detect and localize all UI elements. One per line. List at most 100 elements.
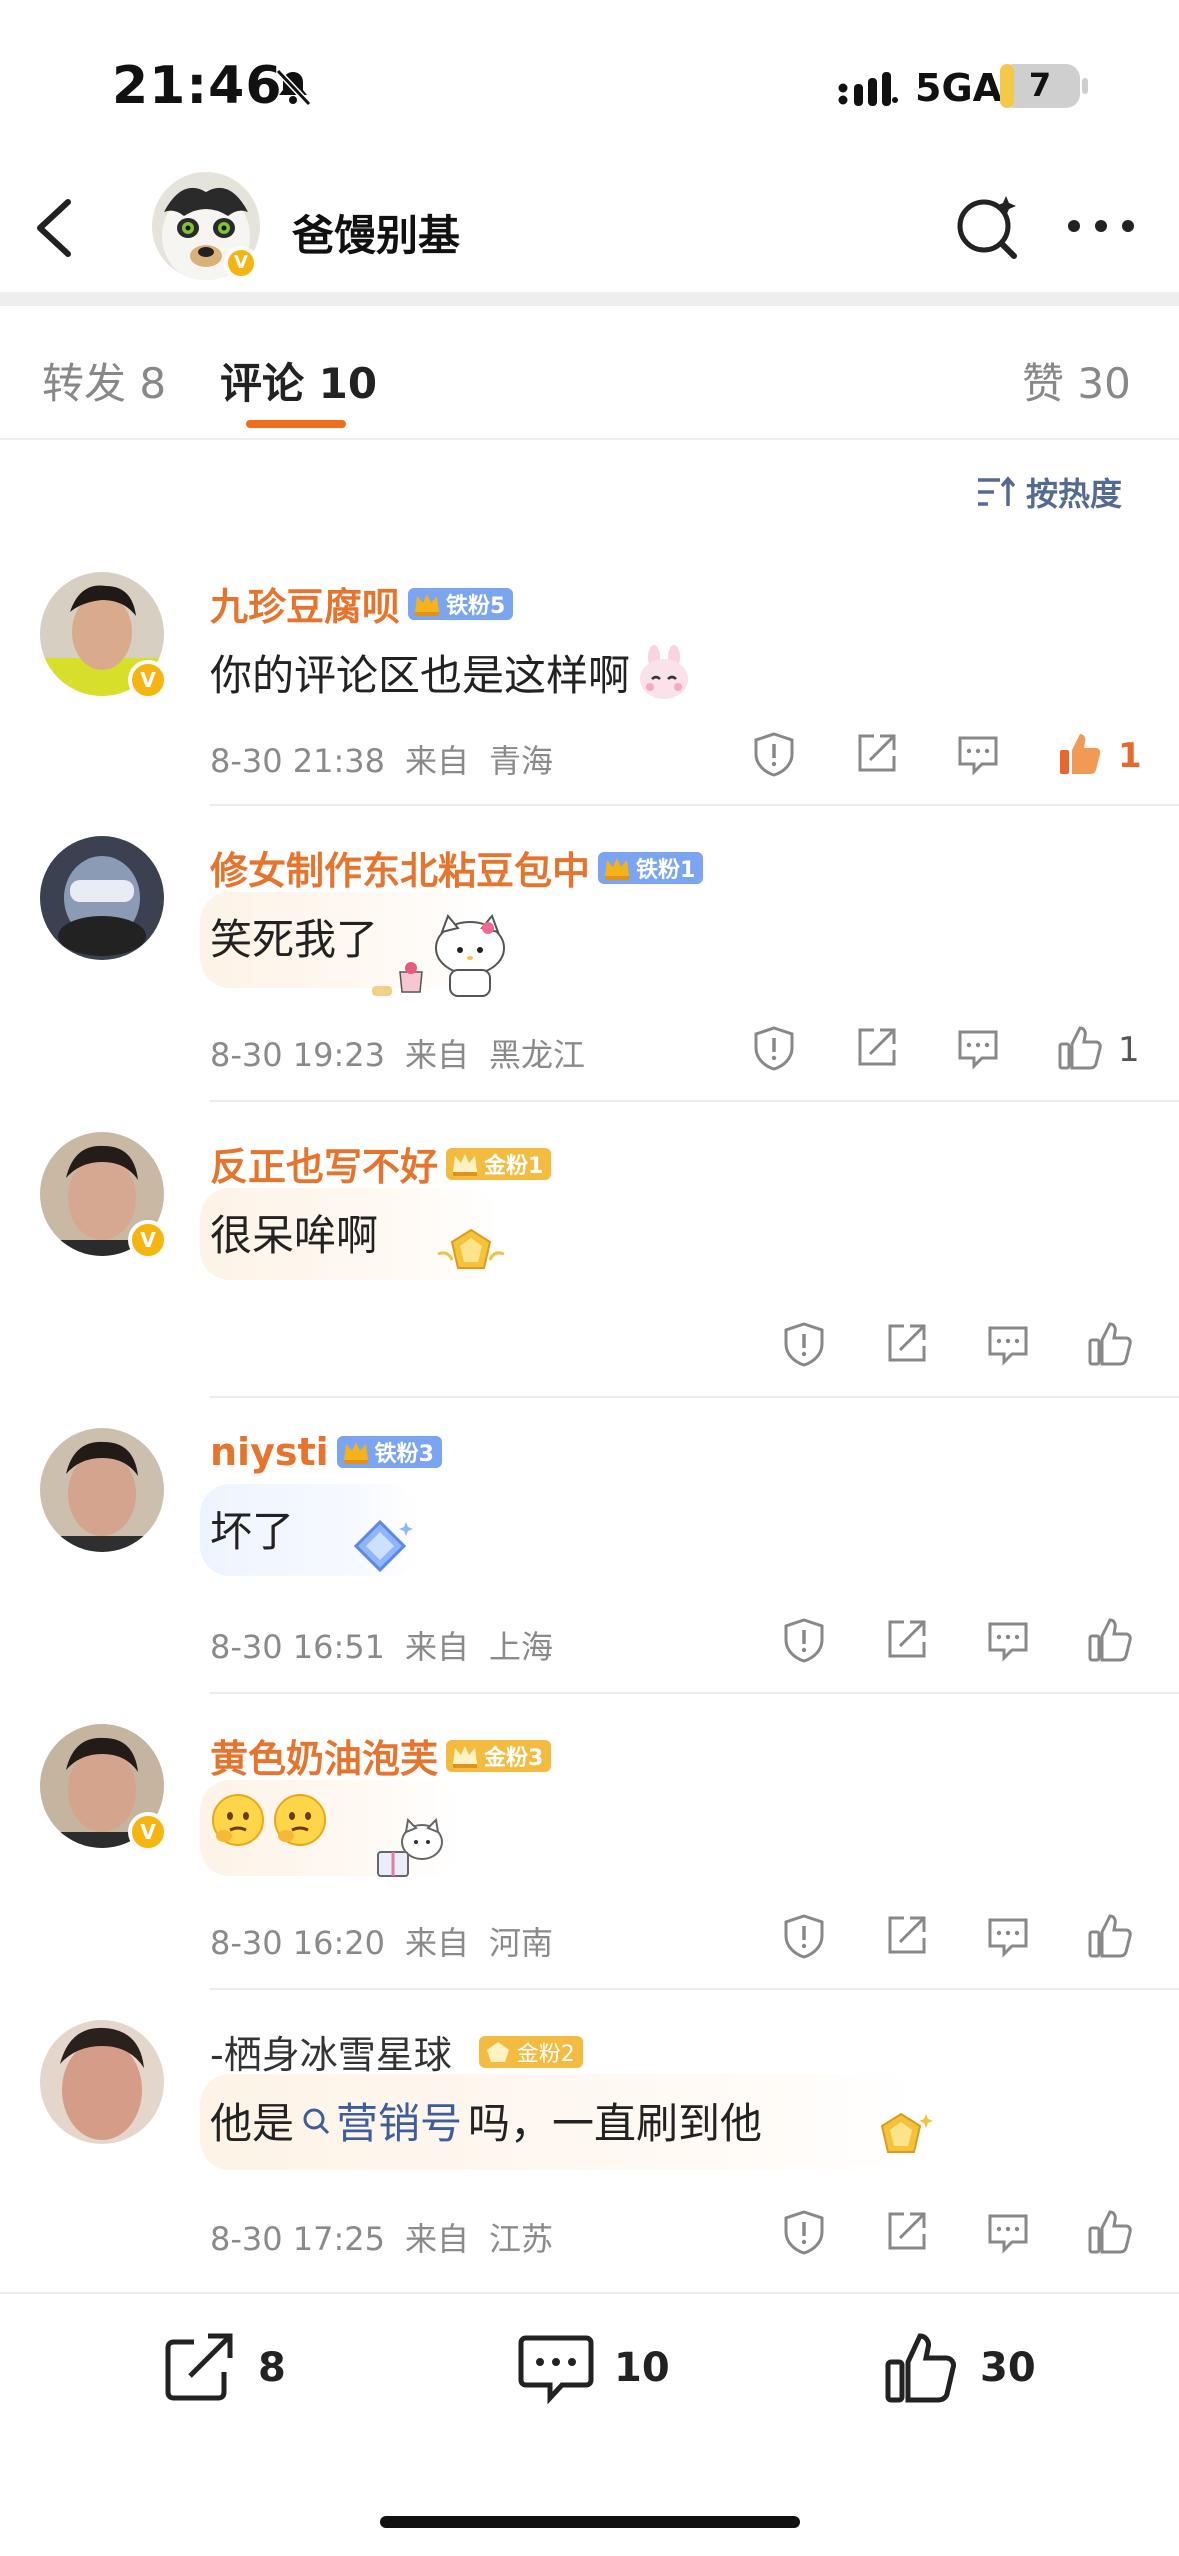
verified-badge: V (224, 246, 258, 280)
comment-divider (210, 1100, 1179, 1102)
commenter-name[interactable]: 九珍豆腐呗 铁粉5 (210, 576, 514, 631)
fan-level-badge: 金粉2 (478, 2035, 583, 2068)
verified-badge: V (128, 1220, 168, 1260)
comment-text: 笑死我了 (210, 915, 379, 964)
report-icon[interactable] (750, 1024, 798, 1072)
cat-gift-sticker-icon (377, 1817, 443, 1877)
like-icon[interactable] (1086, 1320, 1134, 1368)
comment-text (210, 1792, 334, 1848)
search-icon[interactable] (952, 192, 1022, 262)
topic-link[interactable]: 营销号 (300, 2090, 462, 2151)
verified-badge: V (128, 1812, 168, 1852)
comment-text: 很呆哞啊 (210, 1211, 379, 1260)
crown-icon (343, 1442, 368, 1464)
sort-label: 按热度 (1026, 475, 1123, 513)
crown-icon (605, 857, 630, 880)
tab-comments[interactable]: 评论 10 (220, 350, 377, 411)
tab-likes[interactable]: 赞 30 (1022, 350, 1131, 411)
tabs-divider (0, 438, 1179, 440)
like-icon[interactable] (1056, 1024, 1104, 1072)
verified-badge: V (128, 660, 168, 700)
bottom-bar-divider (0, 2292, 1179, 2294)
comment-divider (210, 1396, 1179, 1398)
fan-level-badge: 铁粉3 (336, 1436, 442, 1468)
cellular-signal-icon (838, 72, 898, 106)
repost-icon (165, 2333, 233, 2401)
comment-divider (210, 804, 1179, 806)
like-count: 1 (1118, 1030, 1140, 1070)
commenter-name[interactable]: -栖身冰雪星球_ 金粉2 (210, 2024, 583, 2079)
share-icon[interactable] (852, 730, 900, 778)
share-icon[interactable] (882, 1616, 930, 1664)
bottom-like-button[interactable]: 30 (882, 2330, 1036, 2406)
comment-text: 你的评论区也是这样啊 (210, 642, 692, 703)
sort-by-hot-button[interactable]: 按热度 (976, 470, 1122, 514)
reply-icon[interactable] (984, 1912, 1032, 1960)
commenter-name[interactable]: niysti 铁粉3 (210, 1430, 442, 1474)
like-icon[interactable] (1086, 2208, 1134, 2256)
comment-meta: 8-30 16:51 来自 上海 (210, 1628, 554, 1666)
crown-icon (453, 1745, 478, 1768)
reply-icon[interactable] (984, 2208, 1032, 2256)
like-icon[interactable] (1086, 1616, 1134, 1664)
bell-muted-icon (275, 68, 312, 107)
comment-divider (210, 1988, 1179, 1990)
crown-icon (415, 593, 440, 616)
more-options-icon[interactable] (1066, 216, 1136, 236)
avatar-image (40, 836, 164, 960)
reply-icon[interactable] (954, 1024, 1002, 1072)
bottom-comment-button[interactable]: 10 (516, 2330, 670, 2406)
network-type: 5GA (915, 66, 1003, 110)
reply-icon[interactable] (984, 1320, 1032, 1368)
share-icon[interactable] (882, 1912, 930, 1960)
commenter-avatar[interactable] (40, 1428, 164, 1552)
fan-level-badge: 铁粉1 (598, 851, 704, 884)
battery-indicator: 7 (1000, 64, 1080, 108)
comment-text: 坏了 (210, 1507, 295, 1556)
report-icon[interactable] (780, 1320, 828, 1368)
report-icon[interactable] (780, 1616, 828, 1664)
reply-icon[interactable] (984, 1616, 1032, 1664)
share-icon[interactable] (882, 2208, 930, 2256)
fan-level-badge: 金粉3 (446, 1739, 552, 1772)
sort-icon (978, 476, 1016, 506)
like-icon[interactable] (1086, 1912, 1134, 1960)
comment-meta: 8-30 21:38 来自 青海 (210, 742, 554, 780)
commenter-name[interactable]: 反正也写不好 金粉1 (210, 1136, 552, 1191)
author-name[interactable]: 爸馒别基 (292, 202, 460, 263)
share-icon[interactable] (852, 1024, 900, 1072)
tab-reposts[interactable]: 转发 8 (42, 350, 166, 411)
gem-icon (486, 2041, 509, 2062)
avatar-image (40, 2020, 164, 2144)
avatar-image (40, 1428, 164, 1552)
comment-text: 他是 营销号 吗，一直刷到他 (210, 2090, 762, 2151)
comment-meta: 8-30 19:23 来自 黑龙江 (210, 1036, 586, 1074)
blue-gem-sticker-icon (353, 1519, 413, 1573)
share-icon[interactable] (882, 1320, 930, 1368)
report-icon[interactable] (780, 1912, 828, 1960)
reply-icon[interactable] (954, 730, 1002, 778)
active-tab-indicator (246, 420, 346, 428)
report-icon[interactable] (750, 730, 798, 778)
like-icon-active[interactable] (1056, 730, 1104, 778)
like-icon (885, 2333, 956, 2403)
gold-crown-gem-sticker-icon (437, 1228, 505, 1269)
commenter-name[interactable]: 黄色奶油泡芙 金粉3 (210, 1728, 552, 1783)
bottom-repost-button[interactable]: 8 (160, 2330, 286, 2406)
like-count: 1 (1118, 736, 1142, 776)
commenter-avatar[interactable] (40, 836, 164, 960)
comment-meta: 8-30 17:25 来自 江苏 (210, 2220, 554, 2258)
bunny-emoji-icon (640, 644, 689, 699)
battery-cap (1082, 78, 1088, 94)
back-arrow-icon[interactable] (30, 196, 76, 260)
crown-icon (453, 1153, 478, 1176)
report-icon[interactable] (780, 2208, 828, 2256)
home-indicator (380, 2516, 800, 2528)
commenter-name[interactable]: 修女制作东北粘豆包中 铁粉1 (210, 840, 704, 895)
commenter-avatar[interactable] (40, 2020, 164, 2144)
fan-level-badge: 铁粉5 (408, 587, 514, 620)
search-icon (303, 2108, 330, 2134)
comment-divider (210, 1692, 1179, 1694)
comment-icon (518, 2335, 594, 2405)
status-time: 21:46 (112, 56, 283, 116)
